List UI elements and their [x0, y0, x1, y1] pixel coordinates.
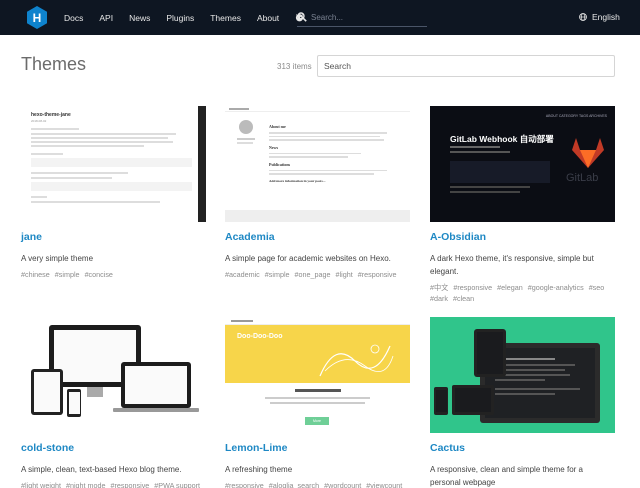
- theme-tag[interactable]: #simple: [55, 270, 80, 279]
- nav-themes[interactable]: Themes: [210, 13, 241, 23]
- preview-laptop: [452, 385, 494, 415]
- theme-name[interactable]: Academia: [225, 231, 410, 243]
- theme-description: A simple, clean, text-based Hexo blog th…: [21, 465, 182, 474]
- theme-tag[interactable]: #PWA support: [154, 481, 200, 488]
- theme-tag[interactable]: #responsive: [225, 481, 264, 488]
- theme-tag[interactable]: #light: [336, 270, 353, 279]
- globe-icon: [579, 13, 587, 21]
- theme-tags: #light weight #night mode #responsive #P…: [21, 480, 206, 488]
- theme-tag[interactable]: #night mode: [66, 481, 106, 488]
- theme-card-academia: About me News Publications Add more info…: [225, 106, 410, 280]
- theme-tag[interactable]: #google-analytics: [528, 283, 584, 292]
- preview-tablet: [474, 329, 506, 377]
- page-title: Themes: [21, 54, 87, 74]
- theme-name[interactable]: Cactus: [430, 442, 615, 454]
- header-search-input[interactable]: [311, 10, 423, 25]
- preview-news: News: [269, 144, 279, 150]
- theme-card-a-obsidian: ABOUT CATEGORY TAGS ARCHIVES GitLab Webh…: [430, 106, 615, 304]
- svg-text:H: H: [33, 11, 42, 25]
- theme-tag[interactable]: #responsive: [111, 481, 150, 488]
- theme-search-input[interactable]: [317, 55, 615, 77]
- theme-tag[interactable]: #academic: [225, 270, 260, 279]
- theme-tags: #responsive #aloglia_search #wordcount #…: [225, 480, 410, 488]
- theme-tag[interactable]: #chinese: [21, 270, 50, 279]
- language-label: English: [592, 12, 620, 22]
- preview-more: Add more information in your posts...: [269, 178, 326, 183]
- theme-thumbnail-cactus[interactable]: [430, 317, 615, 433]
- theme-description: A dark Hexo theme, it's responsive, simp…: [430, 254, 594, 276]
- theme-tag[interactable]: #concise: [85, 270, 113, 279]
- preview-watermark: GitLab: [566, 172, 599, 184]
- theme-card-jane: hexo-theme-jane 2018-08-02 jane A very s…: [21, 106, 206, 280]
- preview-phone: [67, 389, 81, 417]
- theme-tag[interactable]: #elegan: [497, 283, 523, 292]
- preview-banner-text: Doo-Doo-Doo: [237, 333, 283, 340]
- theme-thumbnail-academia[interactable]: About me News Publications Add more info…: [225, 106, 410, 222]
- theme-tag[interactable]: #wordcount: [324, 481, 361, 488]
- theme-card-lemon-lime: Doo-Doo-Doo More Lemon-Lime A refreshing…: [225, 317, 410, 488]
- theme-name[interactable]: cold-stone: [21, 442, 206, 454]
- preview-title: hexo-theme-jane: [31, 112, 71, 118]
- theme-name[interactable]: A-Obsidian: [430, 231, 615, 243]
- nav-news[interactable]: News: [129, 13, 150, 23]
- theme-thumbnail-a-obsidian[interactable]: ABOUT CATEGORY TAGS ARCHIVES GitLab Webh…: [430, 106, 615, 222]
- preview-illustration: [319, 344, 394, 377]
- theme-card-cold-stone: cold-stone A simple, clean, text-based H…: [21, 317, 206, 488]
- theme-tag[interactable]: #aloglia_search: [269, 481, 319, 488]
- preview-phone: [434, 387, 448, 415]
- theme-description: A simple page for academic websites on H…: [225, 254, 391, 263]
- theme-tag[interactable]: #light weight: [21, 481, 61, 488]
- preview-tablet: [31, 369, 63, 415]
- theme-tag[interactable]: #responsive: [453, 283, 492, 292]
- theme-description: A very simple theme: [21, 254, 94, 263]
- preview-more-button: More: [305, 417, 329, 425]
- language-switcher[interactable]: English: [579, 12, 620, 22]
- theme-thumbnail-jane[interactable]: hexo-theme-jane 2018-08-02: [21, 106, 206, 222]
- theme-name[interactable]: Lemon-Lime: [225, 442, 410, 454]
- nav-api[interactable]: API: [99, 13, 113, 23]
- hexo-logo-icon[interactable]: H: [27, 6, 47, 29]
- theme-tag[interactable]: #seo: [589, 283, 605, 292]
- theme-tag[interactable]: #viewcount: [366, 481, 402, 488]
- theme-tag[interactable]: #responsive: [358, 270, 397, 279]
- theme-card-cactus: Cactus A responsive, clean and simple th…: [430, 317, 615, 488]
- theme-thumbnail-cold-stone[interactable]: [21, 317, 206, 433]
- theme-name[interactable]: jane: [21, 231, 206, 243]
- theme-tags: #chinese #simple #concise: [21, 269, 206, 280]
- top-navbar: H Docs API News Plugins Themes About Eng…: [0, 0, 640, 35]
- preview-about: About me: [269, 124, 286, 129]
- theme-tag[interactable]: #one_page: [295, 270, 331, 279]
- preview-laptop: [121, 362, 191, 408]
- theme-description: A refreshing theme: [225, 465, 293, 474]
- theme-tag[interactable]: #dark: [430, 294, 448, 303]
- gitlab-logo-icon: [572, 138, 604, 168]
- theme-count: 313 items: [277, 62, 312, 71]
- preview-nav: ABOUT CATEGORY TAGS ARCHIVES: [545, 114, 607, 118]
- theme-description: A responsive, clean and simple theme for…: [430, 465, 583, 487]
- theme-thumbnail-lemon-lime[interactable]: Doo-Doo-Doo More: [225, 317, 410, 433]
- theme-tag[interactable]: #simple: [265, 270, 290, 279]
- preview-publications: Publications: [269, 161, 291, 167]
- search-icon: [297, 12, 307, 22]
- preview-banner: Doo-Doo-Doo: [225, 325, 410, 383]
- theme-tag[interactable]: #中文: [430, 283, 448, 292]
- theme-tag[interactable]: #clean: [453, 294, 474, 303]
- preview-date: 2018-08-02: [31, 119, 47, 123]
- preview-headline: GitLab Webhook 自动部署: [450, 134, 554, 144]
- nav-plugins[interactable]: Plugins: [166, 13, 194, 23]
- header-search: [297, 10, 427, 27]
- nav-about[interactable]: About: [257, 13, 279, 23]
- theme-tags: #academic #simple #one_page #light #resp…: [225, 269, 410, 280]
- nav-docs[interactable]: Docs: [64, 13, 83, 23]
- main-nav: Docs API News Plugins Themes About: [64, 0, 316, 35]
- theme-tags: #中文 #responsive #elegan #google-analytic…: [430, 282, 615, 304]
